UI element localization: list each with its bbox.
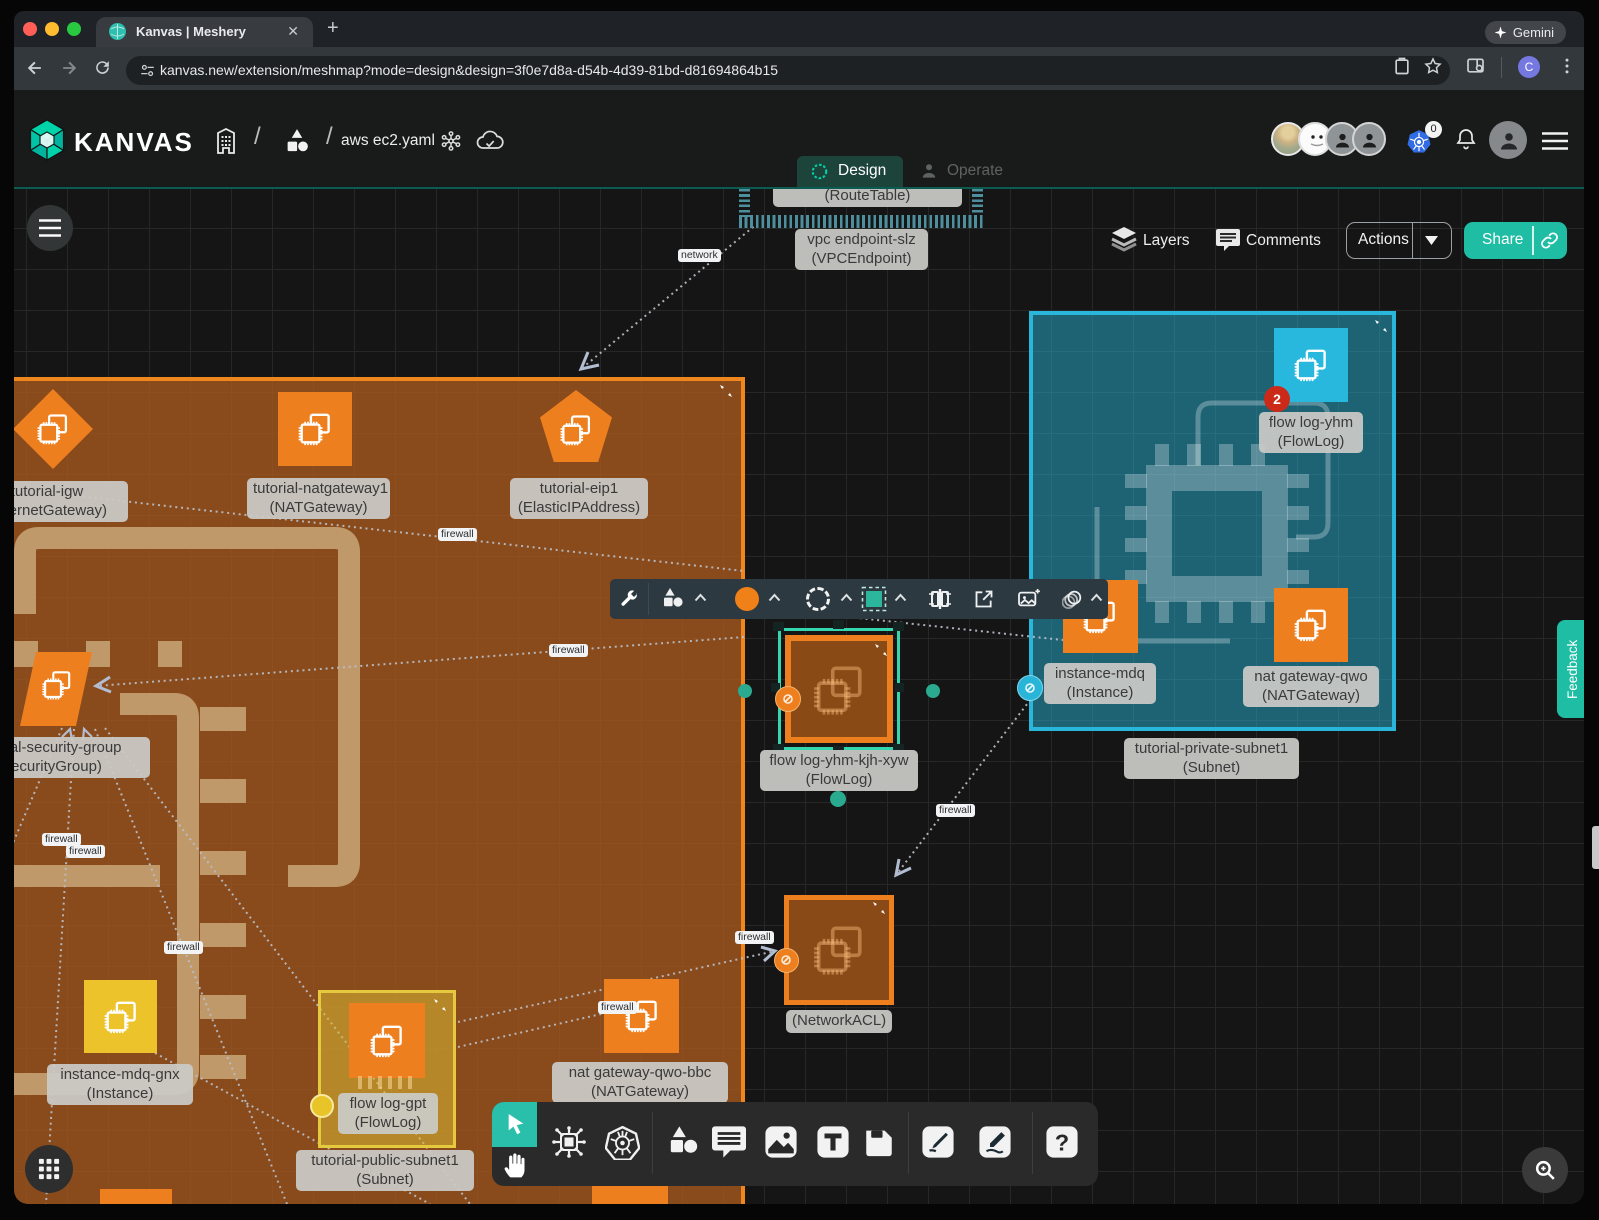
svg-text:?: ? — [1055, 1130, 1069, 1156]
